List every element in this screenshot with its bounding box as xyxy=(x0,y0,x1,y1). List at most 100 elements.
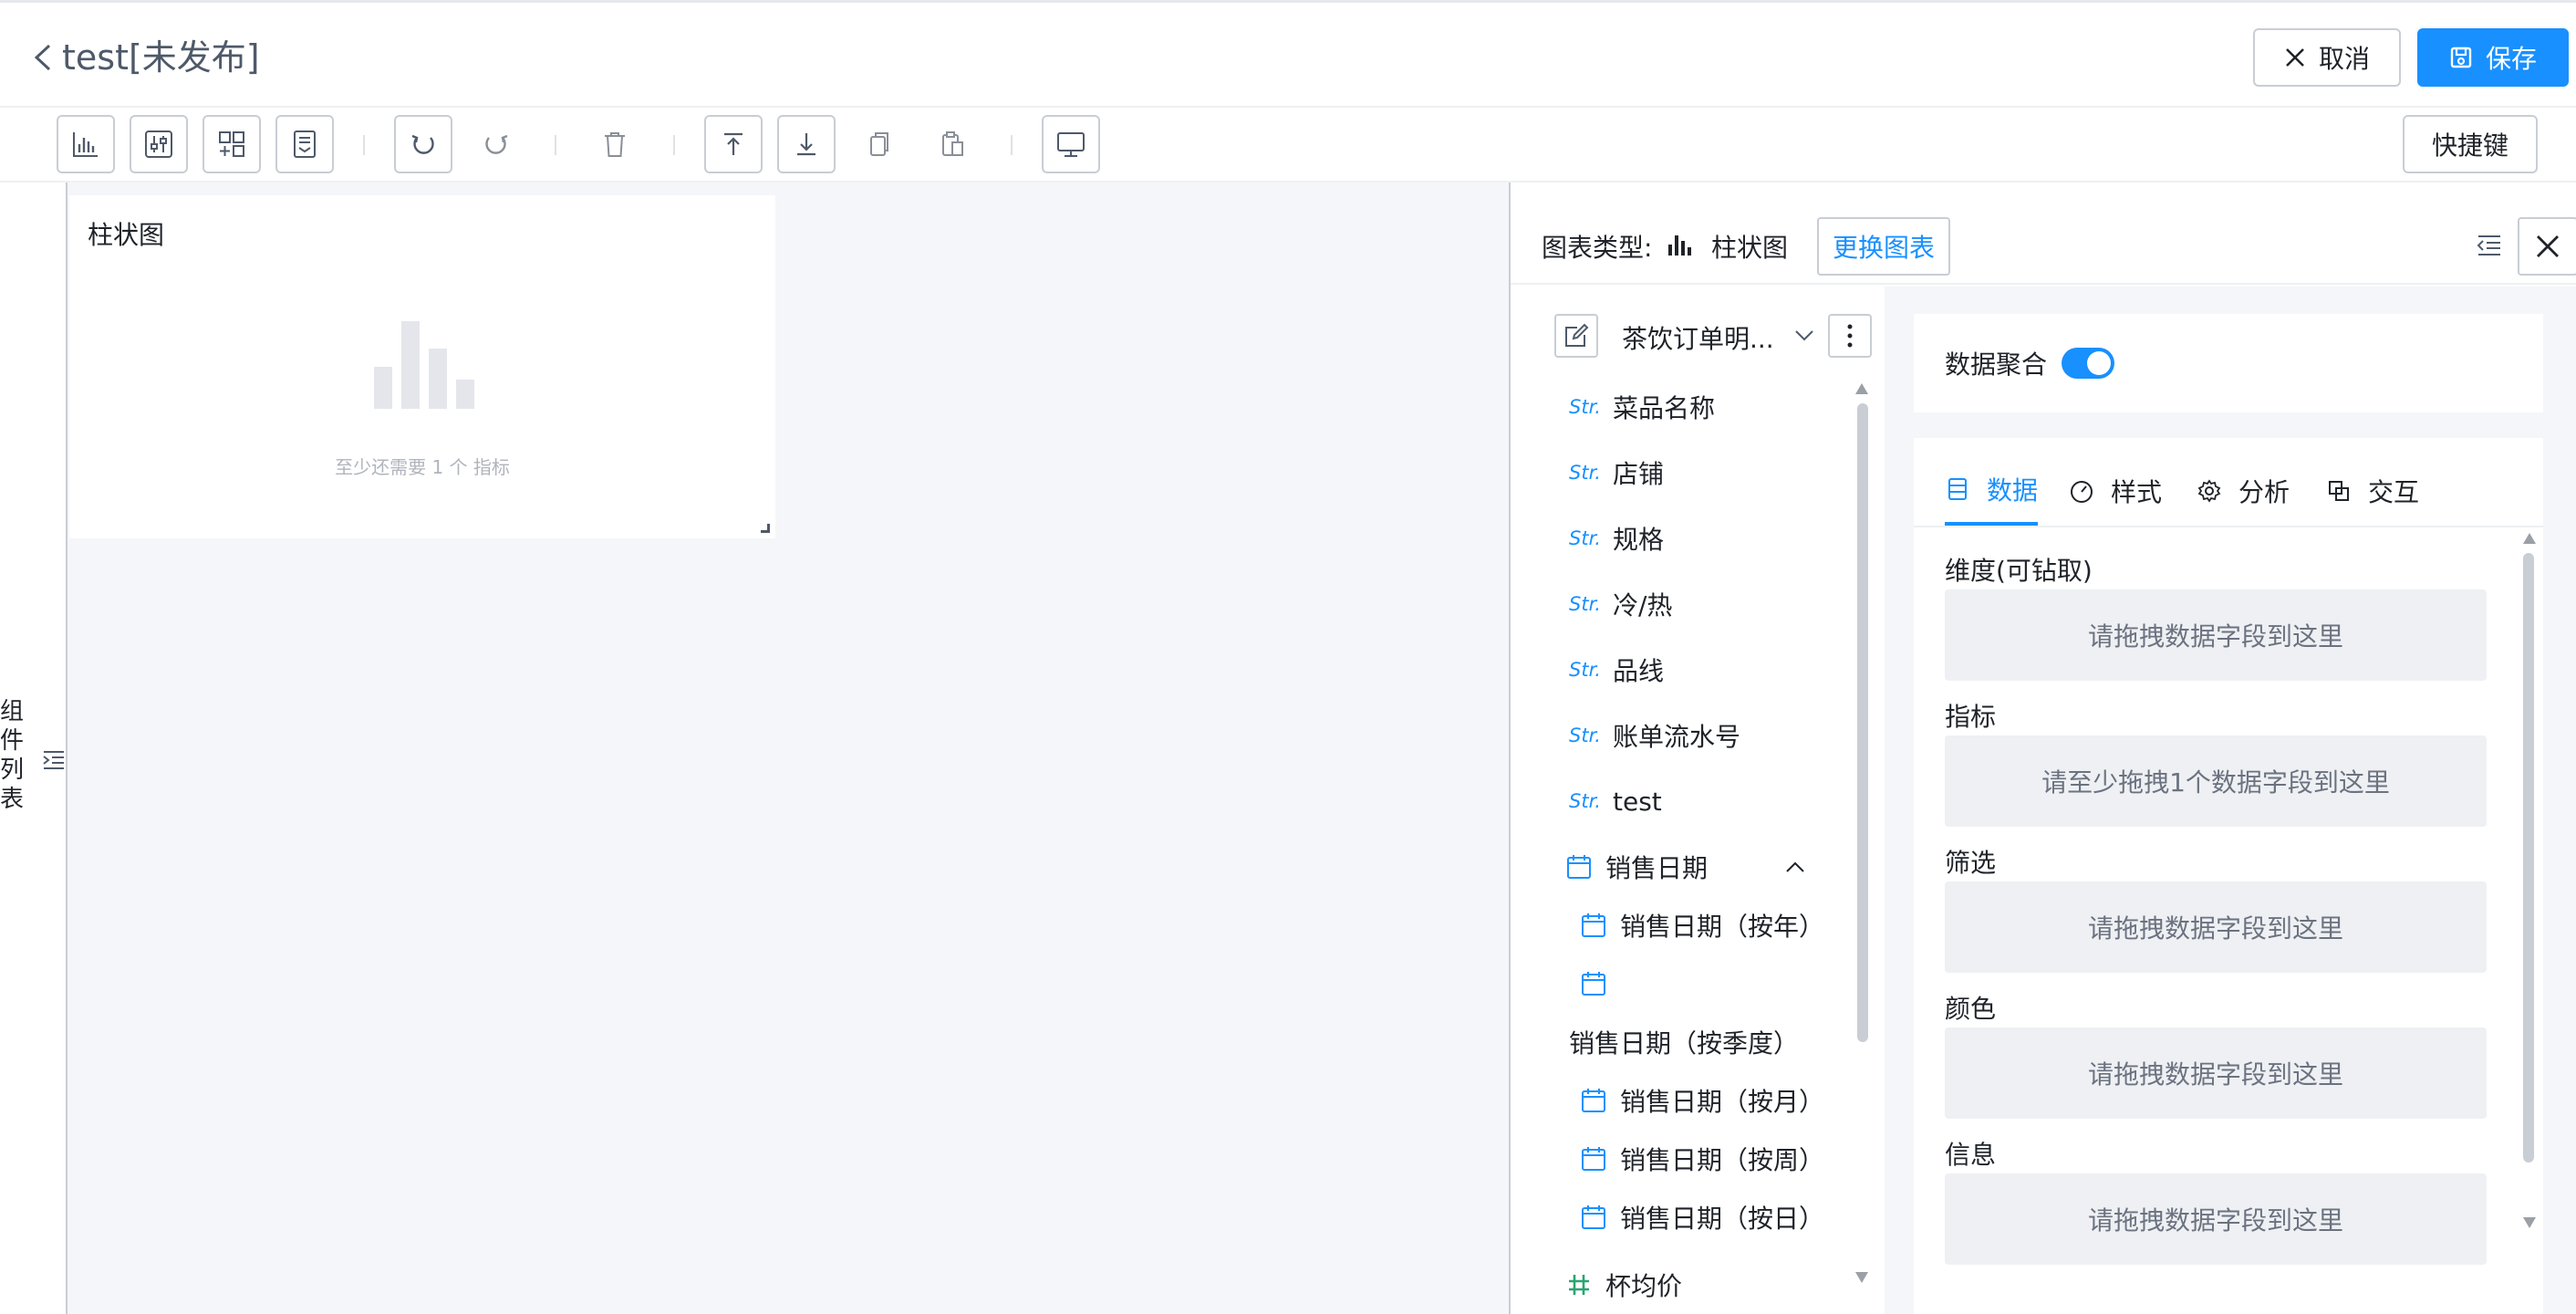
scrollbar-thumb[interactable] xyxy=(1857,403,1868,1042)
tab-interaction[interactable]: 交互 xyxy=(2326,456,2419,526)
scroll-up-arrow[interactable] xyxy=(2523,533,2536,544)
date-week-name: 销售日期（按周） xyxy=(1620,1145,1825,1175)
field-name: 规格 xyxy=(1613,525,1665,555)
measure-name: 杯均价 xyxy=(1605,1271,1683,1301)
date-year-item[interactable]: 销售日期（按年） xyxy=(1580,903,1824,947)
dashboard-canvas[interactable]: 柱状图 至少还需要 1 个 指标 xyxy=(68,182,1509,1314)
scroll-up-arrow[interactable] xyxy=(1855,383,1868,394)
aggregation-label: 数据聚合 xyxy=(1945,349,2048,380)
aggregation-toggle[interactable] xyxy=(2062,348,2115,379)
field-item[interactable]: Str. 菜品名称 xyxy=(1569,385,1715,429)
date-group-name: 销售日期 xyxy=(1605,853,1709,883)
info-drop-zone[interactable]: 请拖拽数据字段到这里 xyxy=(1945,1173,2487,1265)
scrollbar-thumb[interactable] xyxy=(2523,553,2534,1163)
field-item[interactable]: Str. test xyxy=(1569,779,1662,823)
resize-handle[interactable] xyxy=(761,524,770,533)
dimension-drop-zone[interactable]: 请拖拽数据字段到这里 xyxy=(1945,589,2487,681)
chevron-up-icon[interactable] xyxy=(1784,858,1806,876)
cancel-label: 取消 xyxy=(2318,44,2370,74)
close-panel-button[interactable] xyxy=(2518,217,2576,276)
chart-card[interactable]: 柱状图 至少还需要 1 个 指标 xyxy=(69,195,775,538)
field-item[interactable]: Str. 店铺 xyxy=(1569,451,1664,495)
back-chevron-icon[interactable] xyxy=(31,43,55,72)
chart-editor-panel: 图表类型: 柱状图 更换图表 茶饮订单明... Str. 菜品名称 Str. 店… xyxy=(1509,182,2576,1314)
color-slot-label: 颜色 xyxy=(1945,994,1997,1024)
save-label: 保存 xyxy=(2485,44,2537,74)
tab-interaction-label: 交互 xyxy=(2368,477,2420,507)
delete-button[interactable] xyxy=(586,115,644,173)
calendar-icon xyxy=(1580,1145,1607,1173)
chevron-down-icon[interactable] xyxy=(1793,327,1815,345)
edit-dataset-button[interactable] xyxy=(1554,314,1598,358)
change-chart-button[interactable]: 更换图表 xyxy=(1817,217,1950,276)
tab-analysis[interactable]: 分析 xyxy=(2197,456,2290,526)
tab-data[interactable]: 数据 xyxy=(1945,456,2039,526)
gear-icon xyxy=(2197,479,2221,503)
field-list-scrollbar[interactable] xyxy=(1854,383,1870,1283)
copy-icon xyxy=(870,132,888,156)
bar-chart-icon xyxy=(73,132,98,157)
date-quarter-icon-row[interactable] xyxy=(1580,962,1607,1006)
gauge-icon xyxy=(2071,481,2093,503)
save-icon xyxy=(2450,47,2472,68)
measure-item[interactable]: 杯均价 xyxy=(1565,1263,1682,1307)
field-item[interactable]: Str. 账单流水号 xyxy=(1569,714,1740,757)
expand-list-icon[interactable] xyxy=(42,748,66,772)
scroll-down-arrow[interactable] xyxy=(2523,1217,2536,1228)
copy-button[interactable] xyxy=(850,115,909,173)
add-component-tool-button[interactable] xyxy=(203,115,261,173)
data-icon xyxy=(1948,478,1967,500)
report-icon xyxy=(294,130,316,158)
date-year-name: 销售日期（按年） xyxy=(1620,912,1825,942)
dimension-slot-label: 维度(可钻取) xyxy=(1945,556,2093,586)
redo-button[interactable] xyxy=(467,115,525,173)
date-month-name: 销售日期（按月） xyxy=(1620,1087,1825,1117)
cancel-button[interactable]: 取消 xyxy=(2253,28,2401,87)
move-bottom-icon xyxy=(797,133,815,156)
collapse-panel-icon[interactable] xyxy=(2476,234,2503,257)
chart-card-title: 柱状图 xyxy=(88,220,165,250)
component-list-label: 组件列表 xyxy=(0,698,25,813)
shortcut-button[interactable]: 快捷键 xyxy=(2403,115,2538,173)
tab-style-label: 样式 xyxy=(2111,477,2163,507)
save-button[interactable]: 保存 xyxy=(2417,28,2569,87)
string-type-tag: Str. xyxy=(1569,527,1601,549)
preview-button[interactable] xyxy=(1042,115,1100,173)
scroll-down-arrow[interactable] xyxy=(1855,1272,1868,1283)
report-tool-button[interactable] xyxy=(275,115,334,173)
tab-data-label: 数据 xyxy=(1987,475,2039,506)
date-day-item[interactable]: 销售日期（按日） xyxy=(1580,1195,1824,1239)
field-item[interactable]: Str. 品线 xyxy=(1569,648,1664,692)
filter-drop-zone[interactable]: 请拖拽数据字段到这里 xyxy=(1945,881,2487,973)
component-list-rail[interactable]: 组件列表 xyxy=(0,182,68,1314)
toolbar-divider xyxy=(555,135,556,155)
bar-chart-type-icon xyxy=(1668,235,1691,256)
toolbar: 快捷键 xyxy=(0,108,2576,182)
field-item[interactable]: Str. 冷/热 xyxy=(1569,582,1672,626)
number-measure-icon xyxy=(1569,1275,1589,1295)
date-week-item[interactable]: 销售日期（按周） xyxy=(1580,1137,1824,1181)
filter-control-tool-button[interactable] xyxy=(130,115,188,173)
string-type-tag: Str. xyxy=(1569,396,1601,418)
tab-style[interactable]: 样式 xyxy=(2069,456,2162,526)
field-item[interactable]: Str. 规格 xyxy=(1569,516,1664,560)
dataset-more-button[interactable] xyxy=(1828,314,1872,358)
config-scrollbar[interactable] xyxy=(2521,533,2538,1228)
date-month-item[interactable]: 销售日期（按月） xyxy=(1580,1079,1824,1122)
page-title: test[未发布] xyxy=(62,37,260,78)
undo-button[interactable] xyxy=(394,115,452,173)
string-type-tag: Str. xyxy=(1569,593,1601,615)
more-vertical-icon xyxy=(1847,324,1853,348)
move-bottom-button[interactable] xyxy=(777,115,836,173)
field-name: 品线 xyxy=(1613,656,1665,686)
paste-icon xyxy=(942,131,963,156)
date-quarter-item[interactable]: 销售日期（按季度） xyxy=(1569,1020,1799,1064)
color-drop-zone[interactable]: 请拖拽数据字段到这里 xyxy=(1945,1027,2487,1119)
calendar-icon xyxy=(1565,853,1593,881)
metric-drop-zone[interactable]: 请至少拖拽1个数据字段到这里 xyxy=(1945,735,2487,827)
paste-button[interactable] xyxy=(923,115,982,173)
bar-chart-tool-button[interactable] xyxy=(57,115,115,173)
date-group-item[interactable]: 销售日期 xyxy=(1565,845,1806,889)
move-top-button[interactable] xyxy=(704,115,763,173)
dataset-select[interactable]: 茶饮订单明... xyxy=(1622,319,1774,356)
